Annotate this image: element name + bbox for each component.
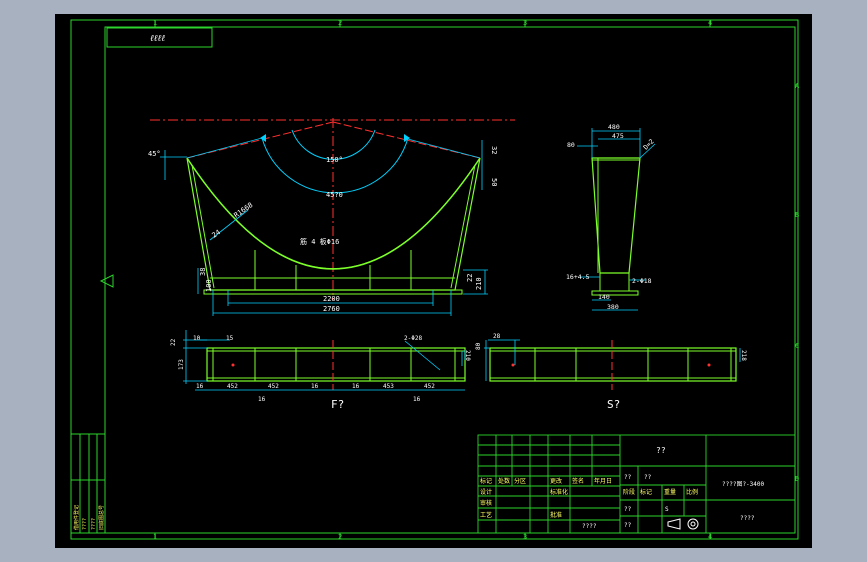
border-bottom-1: 1 [153,533,157,541]
corner-code: ℓℓℓℓ [150,34,165,44]
border-top-3: 3 [523,19,527,27]
plan-front-bottom-3: 16 [311,383,319,390]
border-side-D: D [795,475,799,483]
tb-mid-0: 阶段 [623,488,635,496]
front-angle-bottom: 45?0 [326,191,343,199]
strip-label-2: ???? [91,518,97,530]
plan-side-left-0: 28 [493,333,501,340]
tb-row-2: 分区 [514,477,526,485]
tb-mid-1: 标记 [640,488,652,496]
tb-cell-3: S [665,506,669,513]
strip-label-1: ???? [82,518,88,530]
tb-cell-2: ?? [624,506,632,513]
front-width-outer: 2760 [323,305,340,313]
side-width-total: 480 [608,123,620,131]
tb-cell-0: ?? [624,474,632,481]
plan-side-right: 218 [740,350,747,361]
plan-front-bottom-0: 16 [196,383,204,390]
title-block-title: ?? [656,446,666,455]
side-bottom-left: 16+4.5 [566,273,590,281]
plan-front-bottom-6: 16 [352,383,360,390]
tb-role-3: 标准化 [550,488,568,496]
front-side-right-top: 32 [490,146,498,154]
tb-row-4: 签名 [572,477,584,485]
plan-front-sub-0: 16 [258,396,266,403]
plan-front-right-dim: 210 [464,350,471,361]
tb-role-4: 批准 [550,511,562,519]
border-bottom-2: 2 [338,533,342,541]
border-top-1: 1 [153,19,157,27]
tb-mid-3: 比例 [686,488,698,496]
tb-role-2: 工艺 [480,511,492,519]
strip-label-0: 借用件登记 [73,505,80,530]
tb-cell-4: ?? [624,522,632,529]
tb-name: ???? [582,523,597,530]
side-bottom-mid: 140 [598,293,610,301]
border-bottom-4: 4 [708,533,712,541]
plan-front-bottom-4: 453 [383,383,394,390]
front-foot-right: 22 [466,274,474,282]
plan-front-bottom-2: 452 [268,383,279,390]
side-bottom-total: 380 [607,303,619,311]
front-foot-right2: 210 [475,277,483,290]
border-top-2: 2 [338,19,342,27]
front-foot-left2: 100 [205,279,213,292]
strip-label-3: 旧底图总号 [98,505,105,530]
front-side-angle: 45° [148,150,161,158]
plan-front-left-dim-1: 15 [226,335,234,342]
plan-front-label: F? [331,398,344,411]
tb-row-1: 处数 [498,477,510,485]
plan-front-vert-0: 22 [170,338,177,346]
plan-front-left-dim-0: 10 [193,335,201,342]
plan-front-bottom-5: 452 [424,383,435,390]
tb-role-0: 设计 [480,488,492,496]
plan-side-label: S? [607,398,620,411]
side-top-left: 80 [567,141,575,149]
tb-mid-2: 重量 [664,488,676,496]
border-top-4: 4 [708,19,712,27]
tb-role-1: 审核 [480,499,492,507]
plan-side-left-1: 80 [475,342,482,350]
title-block-name: ???? [740,515,755,522]
plan-front-hole-note: 2-Φ28 [404,335,422,342]
plan-front-bottom-1: 452 [227,383,238,390]
front-foot-left: 38 [199,268,207,276]
tb-row-3: 更改 [550,477,562,485]
model-space-canvas[interactable] [55,14,812,548]
border-side-C: C [795,342,799,350]
plan-front-vert-1: 173 [178,359,185,370]
front-side-right-mid: 50 [490,178,498,186]
tb-cell-1: ?? [644,474,652,481]
tb-row-0: 标记 [480,477,492,485]
border-side-B: B [795,211,799,219]
front-angle-top: 150° [326,156,343,164]
title-block-part-no: ????图?-3400 [722,481,765,488]
side-width-inner: 475 [612,132,624,140]
front-plate-note: 筋 4 板Φ16 [300,237,339,246]
tb-row-5: 年月日 [594,477,612,485]
side-bottom-right: 2-Φ18 [632,277,652,285]
border-bottom-3: 3 [523,533,527,541]
front-width-inner: 2200 [323,295,340,303]
plan-front-sub-1: 16 [413,396,421,403]
cad-drawing-window: 1 2 3 4 1 2 3 4 A B C D ℓℓℓℓ 借用件登记 ???? … [55,14,812,548]
